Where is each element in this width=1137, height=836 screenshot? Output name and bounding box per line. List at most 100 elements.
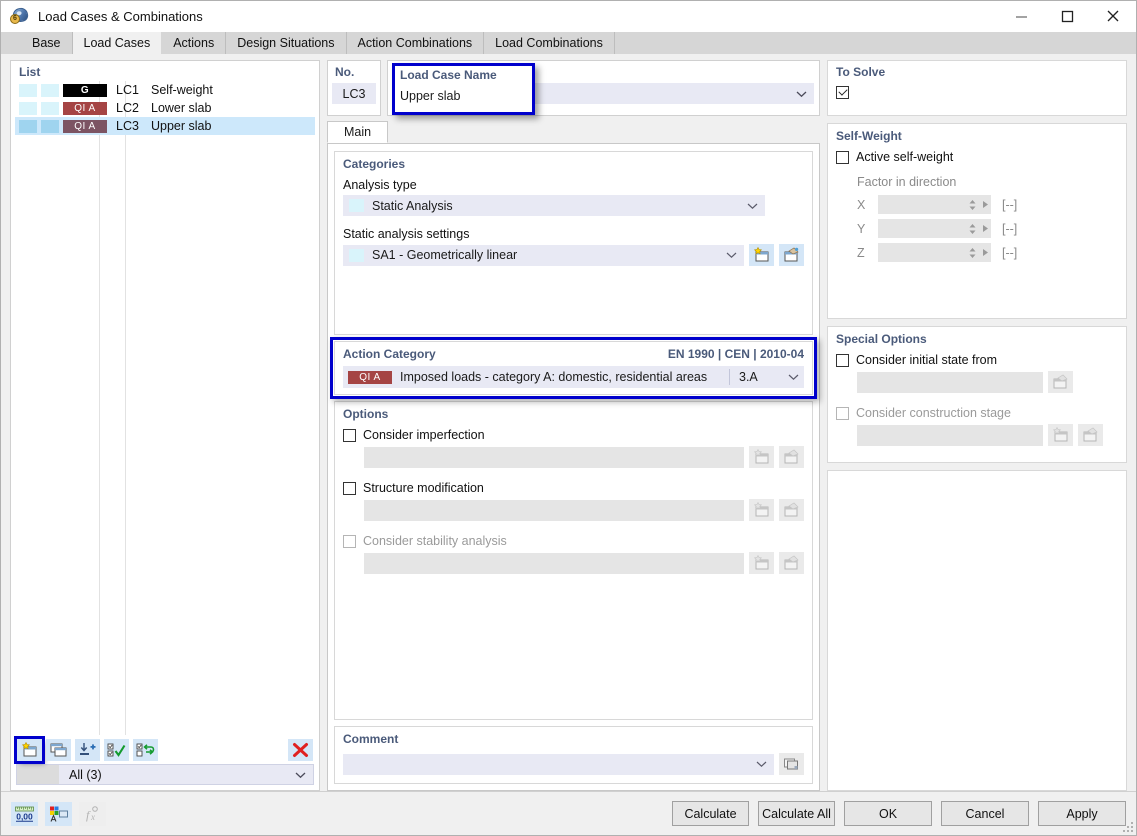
ok-button[interactable]: OK — [844, 801, 932, 826]
action-category-code: EN 1990 | CEN | 2010-04 — [667, 347, 804, 361]
tab-action-combinations[interactable]: Action Combinations — [346, 32, 485, 54]
consider-imperfection-row[interactable]: Consider imperfection — [343, 428, 804, 442]
static-settings-label: Static analysis settings — [343, 227, 470, 241]
self-weight-group: Self-Weight Active self-weight Factor in… — [827, 123, 1127, 319]
new-load-case-button[interactable] — [14, 736, 45, 764]
new-window-star-icon — [1048, 424, 1073, 446]
new-window-star-icon[interactable] — [749, 244, 774, 266]
active-self-weight-row[interactable]: Active self-weight — [836, 150, 1118, 164]
load-case-list[interactable]: G LC1 Self-weight QI A LC2 Lower slab QI… — [15, 81, 315, 735]
consider-initial-state-checkbox[interactable] — [836, 353, 849, 367]
factor-z-stepper — [878, 243, 991, 262]
select-all-button[interactable] — [104, 739, 129, 761]
tab-base[interactable]: Base — [21, 32, 73, 54]
footer-buttons: Calculate Calculate All OK Cancel Apply — [672, 801, 1126, 826]
static-settings-value: SA1 - Geometrically linear — [372, 248, 518, 262]
factor-y-stepper — [878, 219, 991, 238]
consider-initial-state-label: Consider initial state from — [856, 353, 998, 367]
tab-load-combinations[interactable]: Load Combinations — [484, 32, 615, 54]
stepper-arrows-icon — [966, 195, 979, 214]
detail-panel: No. LC3 Load Case Name Upper slab Load C… — [327, 60, 820, 791]
tab-actions[interactable]: Actions — [162, 32, 227, 54]
tab-load-cases[interactable]: Load Cases — [72, 32, 163, 54]
window-title: Load Cases & Combinations — [38, 8, 203, 24]
name-label-highlighted: Load Case Name — [400, 68, 497, 82]
load-case-number: LC3 — [116, 119, 139, 133]
color-swatch-2 — [41, 101, 59, 115]
consider-imperfection-checkbox[interactable] — [343, 428, 356, 442]
action-tag: QI A — [348, 370, 392, 384]
action-category-group: Action Category EN 1990 | CEN | 2010-04 … — [334, 341, 813, 395]
imperfection-field[interactable] — [364, 446, 744, 468]
delete-button[interactable] — [288, 739, 313, 761]
categories-group: Categories Analysis type Static Analysis… — [334, 151, 813, 335]
filter-swatch — [17, 765, 59, 784]
copy-load-case-button[interactable] — [46, 739, 71, 761]
factor-z-unit: [--] — [1002, 245, 1018, 260]
factor-x-stepper — [878, 195, 991, 214]
edit-window-icon — [779, 552, 804, 574]
table-row[interactable]: G LC1 Self-weight — [15, 81, 315, 99]
edit-window-icon[interactable] — [779, 244, 804, 266]
dialog-body: List G LC1 Self-weight QI A LC2 Lower sl… — [1, 54, 1136, 791]
edit-window-icon — [779, 446, 804, 468]
action-tag: QI A — [63, 101, 107, 115]
construction-stage-field — [857, 424, 1043, 446]
color-swatch-2 — [41, 83, 59, 97]
list-filter-combo[interactable]: All (3) — [16, 764, 314, 785]
load-case-no-value: LC3 — [332, 83, 376, 104]
initial-state-field[interactable] — [857, 371, 1043, 393]
consider-imperfection-label: Consider imperfection — [363, 428, 485, 442]
main-tab-content: Categories Analysis type Static Analysis… — [327, 144, 820, 791]
new-window-star-icon — [749, 552, 774, 574]
factor-z-row: Z [--] — [857, 243, 1118, 262]
consider-initial-state-row[interactable]: Consider initial state from — [836, 353, 1118, 367]
action-category-combo[interactable]: QI A Imposed loads - category A: domesti… — [343, 366, 804, 388]
resize-grip[interactable] — [1123, 822, 1133, 832]
import-load-case-button[interactable] — [75, 739, 100, 761]
calculate-button[interactable]: Calculate — [672, 801, 749, 826]
analysis-type-swatch — [349, 199, 364, 212]
window-controls — [998, 1, 1136, 32]
table-row-selected[interactable]: QI A LC3 Upper slab — [15, 117, 315, 135]
filter-label: All (3) — [69, 767, 102, 782]
main-tab-bar: Base Load Cases Actions Design Situation… — [1, 32, 1136, 54]
tab-design-situations[interactable]: Design Situations — [226, 32, 347, 54]
chevron-down-icon[interactable] — [796, 87, 807, 101]
to-solve-title: To Solve — [836, 65, 886, 79]
chevron-down-icon — [295, 768, 306, 782]
table-row[interactable]: QI A LC2 Lower slab — [15, 99, 315, 117]
structure-modification-checkbox[interactable] — [343, 481, 356, 495]
consider-stability-checkbox — [343, 534, 356, 548]
minimize-icon[interactable] — [998, 1, 1044, 32]
active-self-weight-checkbox[interactable] — [836, 150, 849, 164]
calculate-all-button[interactable]: Calculate All — [758, 801, 835, 826]
load-case-name: Self-weight — [151, 83, 213, 97]
edit-window-icon — [1048, 371, 1073, 393]
cancel-button[interactable]: Cancel — [941, 801, 1029, 826]
units-decimals-button[interactable]: 0,00 — [11, 801, 38, 826]
dialog-footer: 0,00 f x Calculate Calculate All OK Canc… — [1, 791, 1136, 835]
to-solve-checkbox[interactable] — [836, 86, 849, 99]
list-toolbar — [11, 735, 319, 764]
comment-title: Comment — [343, 732, 399, 746]
action-category-title: Action Category — [343, 347, 436, 361]
comment-input[interactable] — [343, 753, 774, 775]
categories-title: Categories — [343, 157, 406, 171]
tab-main[interactable]: Main — [327, 121, 389, 143]
static-settings-combo[interactable]: SA1 - Geometrically linear — [343, 244, 744, 266]
analysis-type-combo[interactable]: Static Analysis — [343, 195, 765, 216]
load-case-name: Lower slab — [151, 101, 212, 115]
structure-modification-field[interactable] — [364, 499, 744, 521]
action-tag: QI A — [63, 119, 107, 133]
factor-direction-label: Factor in direction — [857, 175, 957, 189]
comment-library-icon[interactable] — [779, 753, 804, 775]
maximize-icon[interactable] — [1044, 1, 1090, 32]
no-label: No. — [335, 65, 355, 79]
apply-button[interactable]: Apply — [1038, 801, 1126, 826]
close-icon[interactable] — [1090, 1, 1136, 32]
invert-selection-button[interactable] — [133, 739, 158, 761]
load-case-name-highlight[interactable]: Load Case Name Upper slab — [392, 63, 535, 115]
structure-modification-row[interactable]: Structure modification — [343, 481, 804, 495]
display-properties-button[interactable] — [45, 801, 72, 826]
